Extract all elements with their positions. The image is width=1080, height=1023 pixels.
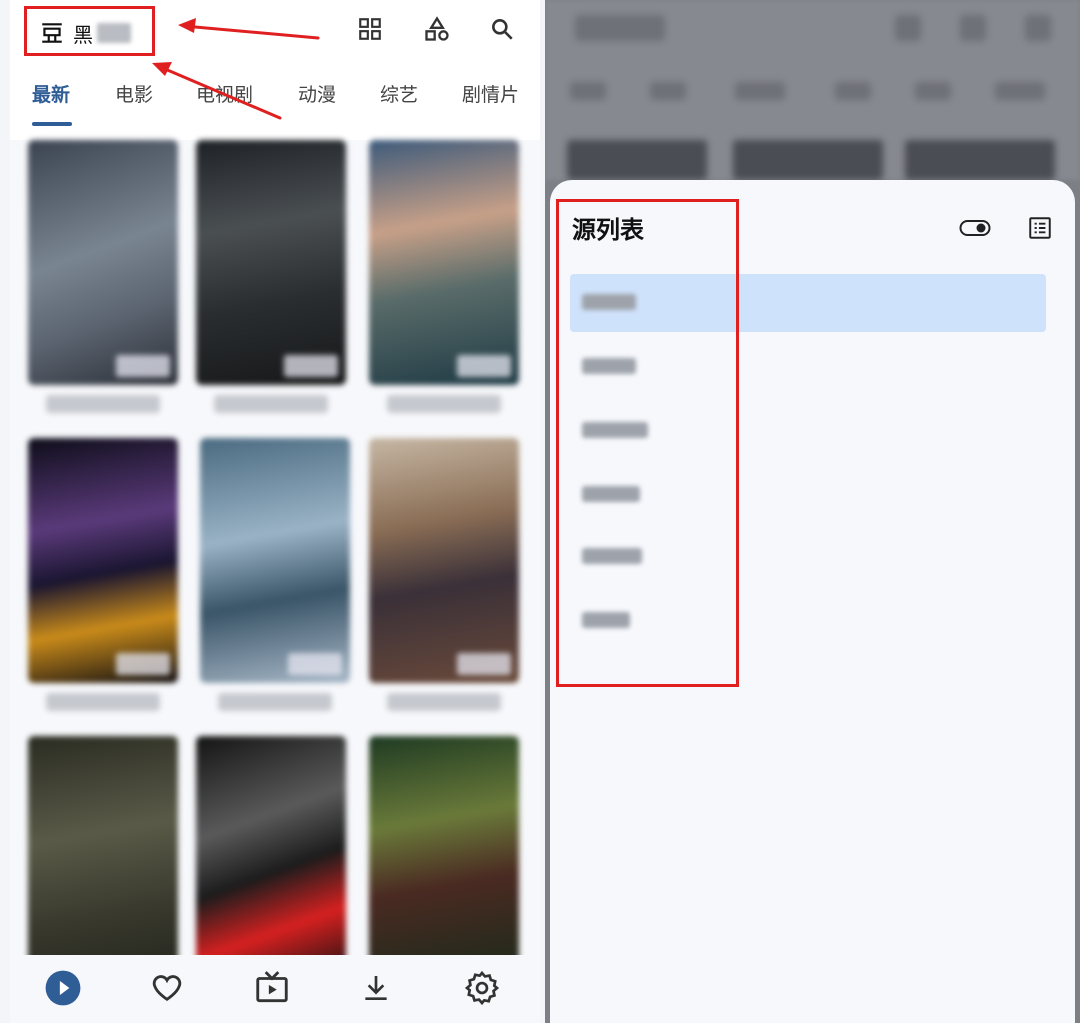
video-title-redacted: [387, 395, 501, 413]
video-card[interactable]: [196, 736, 346, 981]
gear-icon[interactable]: [457, 963, 507, 1013]
highlight-box-app-logo: [24, 6, 155, 56]
tab-anime[interactable]: 动漫: [298, 80, 336, 107]
tab-movies[interactable]: 电影: [115, 80, 153, 107]
tab-variety[interactable]: 综艺: [380, 80, 418, 107]
video-poster: [200, 438, 350, 683]
video-poster: [196, 736, 346, 981]
update-badge: [457, 355, 511, 377]
video-poster: [369, 438, 519, 683]
video-poster: [28, 140, 178, 385]
update-badge: [116, 653, 170, 675]
search-icon[interactable]: [485, 12, 519, 46]
left-phone-screen: 黑 最新 电影 电视剧 动漫 综艺 剧情片: [10, 0, 540, 1023]
video-poster: [369, 736, 519, 981]
highlight-box-source-list: [556, 199, 739, 687]
video-poster: [28, 438, 178, 683]
video-title-redacted: [46, 395, 160, 413]
video-card[interactable]: [28, 140, 178, 413]
video-card[interactable]: [369, 438, 519, 711]
video-title-redacted: [214, 395, 328, 413]
update-badge: [288, 653, 342, 675]
list-icon[interactable]: [1023, 213, 1057, 243]
heart-icon[interactable]: [142, 963, 192, 1013]
video-title-redacted: [46, 693, 160, 711]
video-poster: [28, 736, 178, 981]
dimmed-background: [545, 0, 1080, 180]
video-card[interactable]: [28, 438, 178, 711]
video-card[interactable]: [369, 736, 519, 981]
tv-icon[interactable]: [247, 963, 297, 1013]
update-badge: [116, 355, 170, 377]
video-poster: [196, 140, 346, 385]
tab-drama[interactable]: 剧情片: [462, 80, 519, 107]
active-tab-indicator: [32, 122, 72, 126]
tab-tv-series[interactable]: 电视剧: [196, 80, 253, 107]
video-grid: [10, 140, 540, 981]
tab-latest[interactable]: 最新: [32, 80, 70, 107]
download-icon[interactable]: [351, 963, 401, 1013]
play-icon[interactable]: [38, 963, 88, 1013]
video-poster: [369, 140, 519, 385]
video-title-redacted: [387, 693, 501, 711]
grid-view-icon[interactable]: [353, 12, 387, 46]
video-card[interactable]: [28, 736, 178, 981]
toggle-icon[interactable]: [958, 213, 992, 243]
update-badge: [457, 653, 511, 675]
video-card[interactable]: [369, 140, 519, 413]
update-badge: [284, 355, 338, 377]
video-card[interactable]: [196, 140, 346, 413]
shapes-icon[interactable]: [420, 12, 454, 46]
bottom-navigation: [10, 955, 540, 1023]
video-title-redacted: [218, 693, 332, 711]
category-tabs: 最新 电影 电视剧 动漫 综艺 剧情片: [10, 70, 540, 130]
video-card[interactable]: [200, 438, 350, 711]
